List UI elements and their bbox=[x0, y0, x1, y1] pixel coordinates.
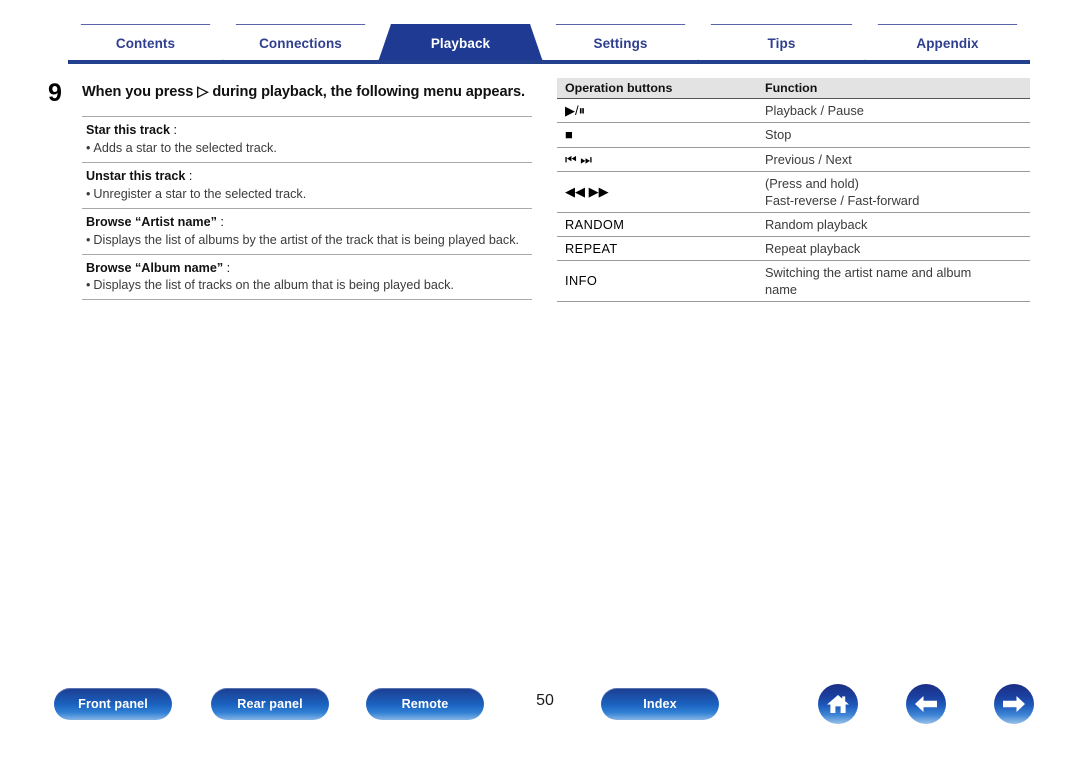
function-line-1: (Press and hold) bbox=[765, 175, 859, 191]
tab-contents[interactable]: Contents bbox=[68, 24, 223, 62]
page-footer: Front panel Rear panel Remote 50 Index bbox=[0, 684, 1080, 733]
tab-playback[interactable]: Playback bbox=[378, 24, 543, 62]
stop-button: ■ bbox=[557, 122, 757, 148]
rear-panel-label: Rear panel bbox=[237, 697, 303, 711]
table-cell-function: Playback / Pause bbox=[757, 98, 1030, 124]
definition-term: Browse “Album name” : bbox=[82, 259, 532, 278]
function-line-2: Fast-reverse / Fast-forward bbox=[765, 192, 920, 208]
repeat-button: REPEAT bbox=[557, 236, 757, 261]
table-header-row: Operation buttons Function bbox=[557, 78, 1030, 99]
definition-description-text: Displays the list of tracks on the album… bbox=[93, 278, 454, 293]
step-heading: 9 When you press ▷ during playback, the … bbox=[48, 79, 532, 107]
tab-appendix[interactable]: Appendix bbox=[865, 24, 1030, 62]
page-number: 50 bbox=[536, 692, 554, 709]
tab-settings[interactable]: Settings bbox=[543, 24, 698, 62]
tab-contents-label: Contents bbox=[115, 36, 176, 51]
tab-appendix-label: Appendix bbox=[916, 36, 979, 51]
table-header-operation-buttons: Operation buttons bbox=[557, 78, 757, 99]
table-row: ⏮ ⏭ Previous / Next bbox=[557, 147, 1030, 172]
bullet-icon: • bbox=[86, 278, 91, 293]
definition-description-text: Displays the list of albums by the artis… bbox=[93, 232, 520, 247]
tab-connections[interactable]: Connections bbox=[223, 24, 378, 62]
table-header-function: Function bbox=[757, 78, 1030, 99]
definition-star-this-track: Star this track : • Adds a star to the s… bbox=[82, 116, 532, 162]
definition-description: • Displays the list of tracks on the alb… bbox=[82, 277, 532, 295]
operation-buttons-table-wrap: Operation buttons Function ▶/⏸ Playback … bbox=[557, 78, 1030, 302]
fast-reverse-forward-button: ◀◀ ▶▶ bbox=[557, 171, 757, 213]
arrow-right-icon[interactable] bbox=[994, 684, 1034, 724]
tab-playback-label: Playback bbox=[430, 36, 491, 51]
table-row: REPEAT Repeat playback bbox=[557, 236, 1030, 261]
bullet-icon: • bbox=[86, 141, 91, 156]
table-cell-function: Repeat playback bbox=[757, 236, 1030, 261]
definition-colon: : bbox=[188, 169, 193, 184]
table-cell-function: (Press and hold) Fast-reverse / Fast-for… bbox=[757, 171, 1030, 213]
remote-button[interactable]: Remote bbox=[366, 688, 484, 720]
function-line-1: Switching the artist name and album bbox=[765, 264, 972, 280]
definition-term: Star this track : bbox=[82, 121, 532, 140]
fast-reverse-forward-icon: ◀◀ ▶▶ bbox=[565, 184, 609, 200]
index-button[interactable]: Index bbox=[601, 688, 719, 720]
definition-term-text: Unstar this track bbox=[86, 169, 186, 184]
rear-panel-button[interactable]: Rear panel bbox=[211, 688, 329, 720]
definition-description-text: Unregister a star to the selected track. bbox=[93, 186, 307, 201]
definition-colon: : bbox=[173, 123, 178, 138]
tab-tips[interactable]: Tips bbox=[698, 24, 865, 62]
arrow-left-icon[interactable] bbox=[906, 684, 946, 724]
table-cell-function: Stop bbox=[757, 122, 1030, 148]
table-cell-function: Random playback bbox=[757, 212, 1030, 237]
table-row: RANDOM Random playback bbox=[557, 212, 1030, 237]
definition-colon: : bbox=[220, 214, 224, 229]
table-cell-function: Switching the artist name and album name bbox=[757, 260, 1030, 302]
front-panel-label: Front panel bbox=[78, 697, 148, 711]
definition-term: Browse “Artist name” : bbox=[82, 213, 532, 232]
tab-connections-label: Connections bbox=[259, 36, 342, 51]
definition-unstar-this-track: Unstar this track : • Unregister a star … bbox=[82, 162, 532, 208]
section-tabs: Contents Connections Playback Settings T… bbox=[0, 24, 1080, 62]
table-row: ■ Stop bbox=[557, 122, 1030, 148]
random-button: RANDOM bbox=[557, 212, 757, 237]
tab-tips-label: Tips bbox=[767, 36, 796, 51]
definition-browse-artist-name: Browse “Artist name” : • Displays the li… bbox=[82, 207, 532, 254]
definition-colon: : bbox=[226, 260, 231, 275]
home-icon[interactable] bbox=[818, 684, 858, 724]
bullet-icon: • bbox=[86, 232, 91, 247]
tab-underline-rule bbox=[68, 60, 1030, 64]
play-pause-icon: ▶/⏸ bbox=[565, 103, 586, 118]
definition-description: • Displays the list of albums by the art… bbox=[82, 232, 532, 250]
step-number: 9 bbox=[48, 79, 62, 107]
definition-term-text: Star this track bbox=[86, 123, 170, 138]
definition-description: • Adds a star to the selected track. bbox=[82, 140, 532, 158]
index-label: Index bbox=[643, 697, 677, 711]
table-row: ◀◀ ▶▶ (Press and hold) Fast-reverse / Fa… bbox=[557, 171, 1030, 213]
step-section: 9 When you press ▷ during playback, the … bbox=[48, 79, 532, 301]
step-title: When you press ▷ during playback, the fo… bbox=[82, 84, 526, 100]
info-button: INFO bbox=[557, 260, 757, 302]
previous-next-button: ⏮ ⏭ bbox=[557, 147, 757, 172]
table-row: INFO Switching the artist name and album… bbox=[557, 260, 1030, 302]
remote-label: Remote bbox=[401, 697, 449, 711]
front-panel-button[interactable]: Front panel bbox=[54, 688, 172, 720]
definition-description-text: Adds a star to the selected track. bbox=[93, 141, 277, 156]
stop-icon: ■ bbox=[565, 127, 573, 143]
table-row: ▶/⏸ Playback / Pause bbox=[557, 98, 1030, 124]
definition-term-text: Browse “Artist name” bbox=[86, 214, 217, 229]
definition-term-text: Browse “Album name” bbox=[86, 260, 224, 275]
bullet-icon: • bbox=[86, 186, 91, 201]
operation-buttons-table: Operation buttons Function ▶/⏸ Playback … bbox=[557, 78, 1030, 302]
definition-term: Unstar this track : bbox=[82, 167, 532, 186]
previous-next-icon: ⏮ ⏭ bbox=[565, 151, 593, 167]
table-cell-function: Previous / Next bbox=[757, 147, 1030, 172]
function-line-2: name bbox=[765, 281, 798, 297]
tab-settings-label: Settings bbox=[593, 36, 648, 51]
definition-browse-album-name: Browse “Album name” : • Displays the lis… bbox=[82, 253, 532, 301]
definition-description: • Unregister a star to the selected trac… bbox=[82, 186, 532, 204]
play-pause-button: ▶/⏸ bbox=[557, 98, 757, 124]
